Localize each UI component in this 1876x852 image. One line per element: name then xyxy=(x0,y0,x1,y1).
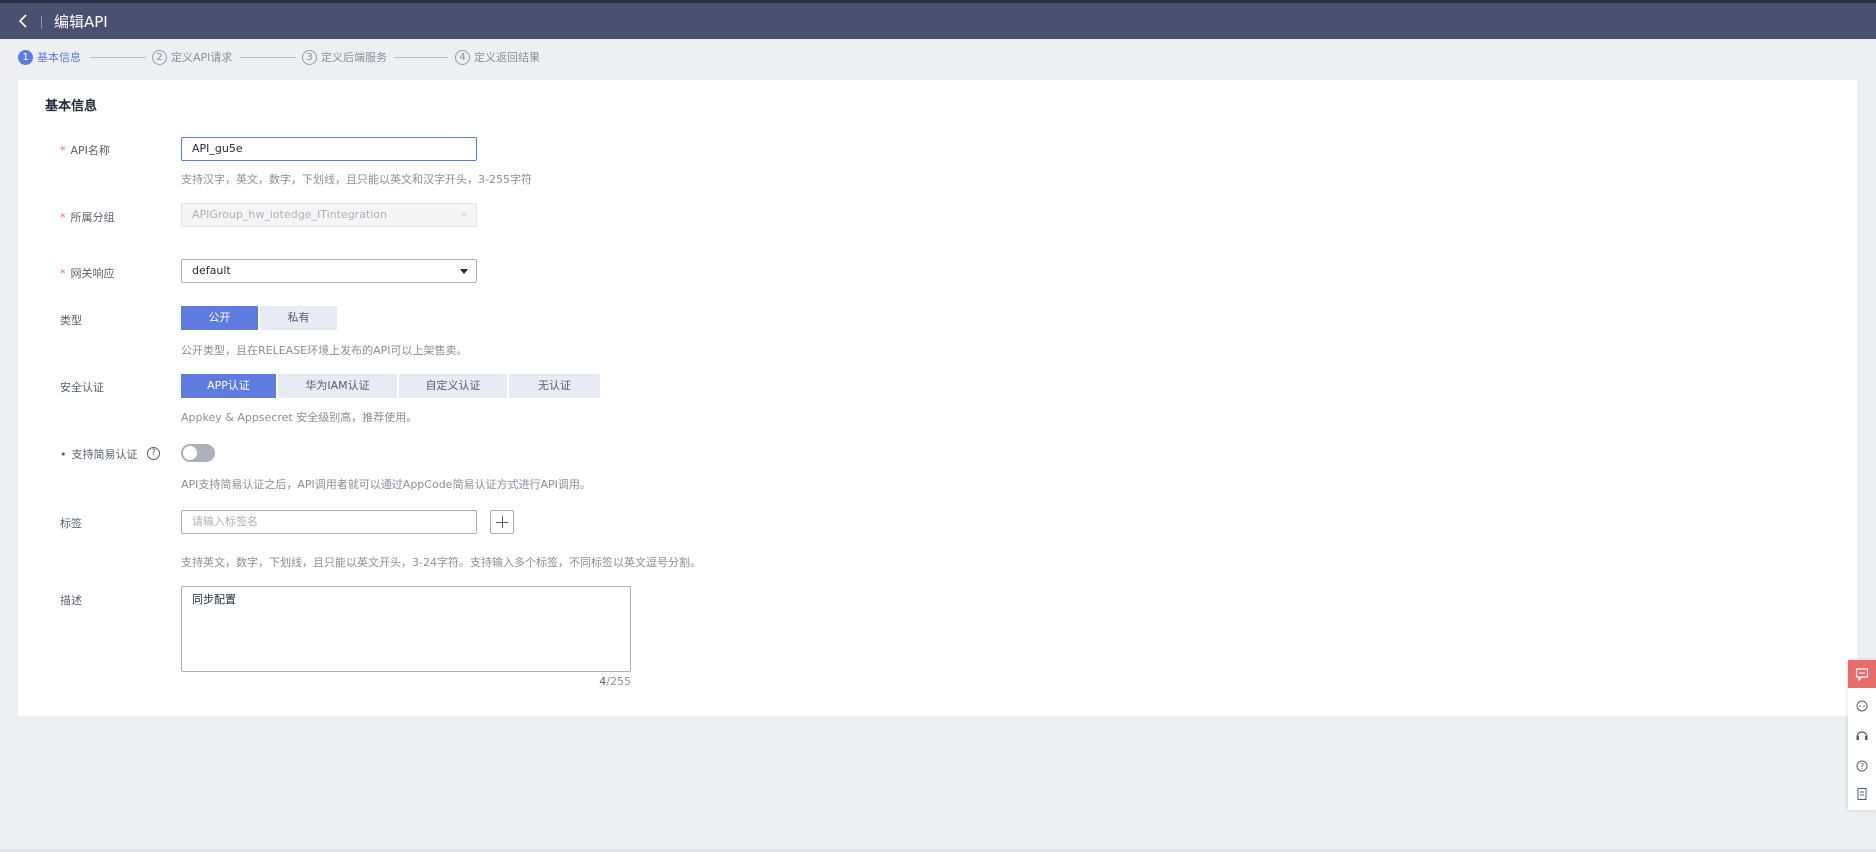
auth-segmented: APP认证 华为IAM认证 自定义认证 无认证 xyxy=(181,374,602,398)
step-basic-info[interactable]: 1 基本信息 xyxy=(18,49,81,65)
feedback-icon[interactable] xyxy=(1848,660,1876,688)
step-number: 4 xyxy=(455,49,470,65)
api-name-hint: 支持汉字，英文，数字，下划线，且只能以英文和汉字开头，3-255字符 xyxy=(181,173,532,186)
step-number: 2 xyxy=(152,49,167,65)
step-connector xyxy=(394,57,448,58)
gateway-response-value: default xyxy=(192,264,231,277)
tags-hint: 支持英文，数字，下划线，且只能以英文开头，3-24字符。支持输入多个标签，不同标… xyxy=(181,556,701,569)
header-bar: 编辑API xyxy=(0,0,1876,39)
section-title: 基本信息 xyxy=(45,99,98,114)
add-tag-button[interactable] xyxy=(490,510,514,534)
auth-hint: Appkey & Appsecret 安全级别高，推荐使用。 xyxy=(181,411,418,424)
step-label: 定义返回结果 xyxy=(474,51,540,64)
step-number: 3 xyxy=(302,49,317,65)
auth-iam-button[interactable]: 华为IAM认证 xyxy=(278,374,397,398)
tag-input[interactable]: 请输入标签名 xyxy=(181,510,477,534)
auth-label: 安全认证 xyxy=(60,381,104,394)
required-mark: * xyxy=(60,211,66,224)
description-label: 描述 xyxy=(60,594,82,607)
tags-label: 标签 xyxy=(60,517,82,530)
chevron-down-icon xyxy=(460,213,468,218)
step-define-backend[interactable]: 3 定义后端服务 xyxy=(302,49,387,65)
simple-auth-toggle[interactable] xyxy=(181,444,215,462)
toggle-knob xyxy=(183,446,197,460)
type-hint: 公开类型，且在RELEASE环境上发布的API可以上架售卖。 xyxy=(181,344,468,357)
description-textarea[interactable]: 同步配置 xyxy=(181,586,631,672)
type-private-button[interactable]: 私有 xyxy=(260,306,337,330)
header-divider xyxy=(41,16,42,29)
chat-robot-icon[interactable] xyxy=(1848,692,1876,720)
auth-none-button[interactable]: 无认证 xyxy=(509,374,600,398)
step-label: 定义API请求 xyxy=(171,51,233,64)
group-select-value: APIGroup_hw_iotedge_ITintegration xyxy=(192,208,388,221)
chevron-down-icon xyxy=(460,269,468,274)
step-connector xyxy=(240,57,296,58)
help-icon[interactable]: ? xyxy=(147,447,160,460)
char-counter: 4/255 xyxy=(599,675,631,688)
type-segmented: 公开 私有 xyxy=(181,306,339,330)
gateway-response-label: * 网关响应 xyxy=(60,267,115,280)
required-mark: * xyxy=(60,144,66,157)
api-name-input[interactable]: API_gu5e xyxy=(181,137,477,161)
back-arrow-icon[interactable] xyxy=(17,13,31,29)
notes-icon[interactable] xyxy=(1848,780,1876,808)
api-name-label: * API名称 xyxy=(60,144,110,157)
floating-toolbar: ? xyxy=(1848,660,1876,810)
svg-text:?: ? xyxy=(1860,762,1864,771)
page-title: 编辑API xyxy=(54,13,108,31)
auth-custom-button[interactable]: 自定义认证 xyxy=(399,374,507,398)
simple-auth-label: • 支持简易认证 xyxy=(60,448,138,461)
help-circle-icon[interactable]: ? xyxy=(1848,752,1876,780)
step-label: 基本信息 xyxy=(37,51,81,64)
form-card: 基本信息 * API名称 API_gu5e 支持汉字，英文，数字，下划线，且只能以… xyxy=(18,80,1857,716)
auth-app-button[interactable]: APP认证 xyxy=(181,374,276,398)
type-public-button[interactable]: 公开 xyxy=(181,306,258,330)
customer-service-icon[interactable] xyxy=(1848,722,1876,750)
step-define-response[interactable]: 4 定义返回结果 xyxy=(455,49,540,65)
step-label: 定义后端服务 xyxy=(321,51,387,64)
group-select: APIGroup_hw_iotedge_ITintegration xyxy=(181,203,477,227)
type-label: 类型 xyxy=(60,314,82,327)
step-connector xyxy=(90,57,146,58)
bullet: • xyxy=(60,448,67,461)
gateway-response-select[interactable]: default xyxy=(181,259,477,283)
step-number: 1 xyxy=(18,49,33,65)
simple-auth-hint: API支持简易认证之后，API调用者就可以通过AppCode简易认证方式进行AP… xyxy=(181,478,591,491)
group-label: * 所属分组 xyxy=(60,211,115,224)
required-mark: * xyxy=(60,267,66,280)
step-define-request[interactable]: 2 定义API请求 xyxy=(152,49,232,65)
